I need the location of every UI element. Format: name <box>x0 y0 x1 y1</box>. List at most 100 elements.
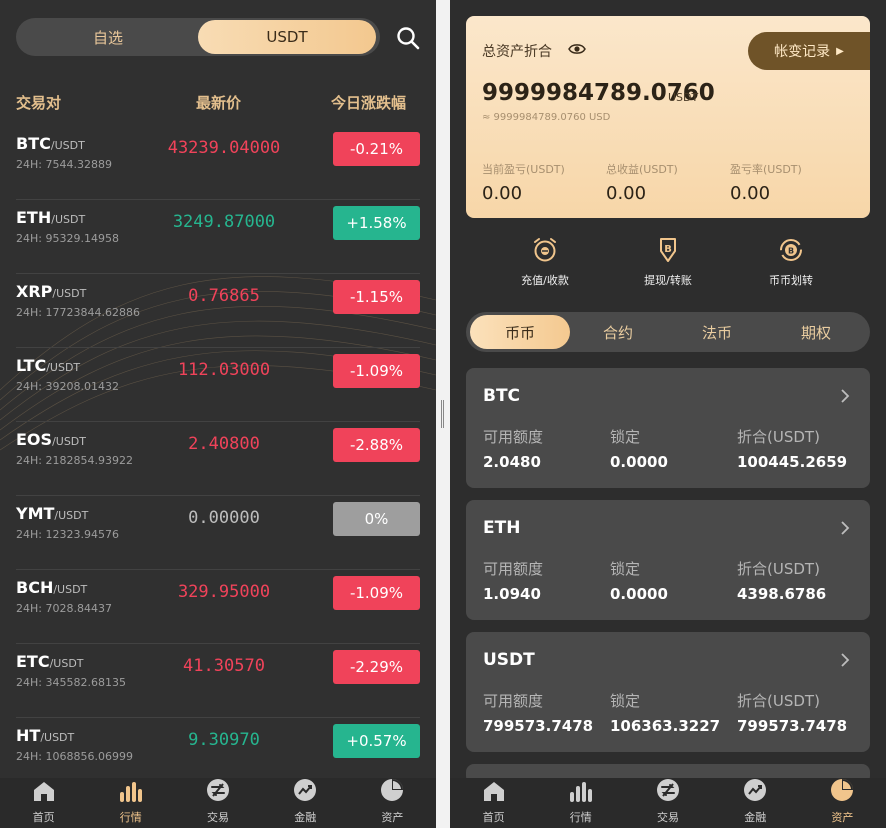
market-row[interactable]: BCH/USDT 24H: 7028.84437 329.95000 -1.09% <box>16 570 420 644</box>
locked-value: 106363.3227 <box>610 717 721 735</box>
deposit-action[interactable]: 充值/收款 <box>490 236 600 288</box>
account-type-segments: 币币 合约 法币 期权 <box>466 312 870 352</box>
chevron-right-icon[interactable] <box>840 520 850 536</box>
header-change: 今日涨跌幅 <box>331 94 407 112</box>
split-divider[interactable] <box>436 0 450 828</box>
change-badge[interactable]: -1.09% <box>333 576 420 610</box>
volume-24h: 24H: 12323.94576 <box>16 528 119 541</box>
change-badge[interactable]: -2.88% <box>333 428 420 462</box>
tab-contract[interactable]: 合约 <box>568 315 668 349</box>
pair-symbol: EOS/USDT <box>16 430 86 449</box>
change-badge[interactable]: -2.29% <box>333 650 420 684</box>
volume-24h: 24H: 39208.01432 <box>16 380 119 393</box>
base-symbol: HT <box>16 726 41 745</box>
deposit-label: 充值/收款 <box>521 274 569 287</box>
last-price: 9.30970 <box>188 730 260 750</box>
nav-tab-label: 资产 <box>831 811 854 824</box>
withdraw-action[interactable]: B 提现/转账 <box>613 236 723 288</box>
base-symbol: ETH <box>16 208 52 227</box>
market-row[interactable]: XRP/USDT 24H: 17723844.62886 0.76865 -1.15% <box>16 274 420 348</box>
nav-tab-2[interactable]: 交易 <box>624 778 711 828</box>
transfer-action[interactable]: B 币币划转 <box>736 236 846 288</box>
nav-tab-0[interactable]: 首页 <box>450 778 537 828</box>
market-row[interactable]: LTC/USDT 24H: 39208.01432 112.03000 -1.09% <box>16 348 420 422</box>
nav-tab-3[interactable]: 金融 <box>262 778 349 828</box>
nav-tab-4[interactable]: 资产 <box>349 778 436 828</box>
tab-fiat[interactable]: 法币 <box>667 315 767 349</box>
pair-symbol: YMT/USDT <box>16 504 88 523</box>
volume-24h: 24H: 7028.84437 <box>16 602 112 615</box>
eye-icon[interactable] <box>568 42 586 56</box>
pair-symbol: BCH/USDT <box>16 578 87 597</box>
chevron-right-icon[interactable] <box>840 652 850 668</box>
market-row[interactable]: EOS/USDT 24H: 2182854.93922 2.40800 -2.88% <box>16 422 420 496</box>
finance-icon <box>742 778 768 809</box>
last-price: 41.30570 <box>183 656 265 676</box>
stat-label: 当前盈亏(USDT) <box>482 163 565 176</box>
search-icon[interactable] <box>396 26 420 50</box>
market-segment-control: 自选 USDT <box>16 18 380 56</box>
locked-value: 0.0000 <box>610 585 668 603</box>
trade-icon <box>655 778 681 809</box>
change-badge[interactable]: +0.57% <box>333 724 420 758</box>
withdraw-icon: B <box>660 238 676 262</box>
last-price: 3249.87000 <box>172 212 276 232</box>
pair-symbol: HT/USDT <box>16 726 74 745</box>
account-card[interactable]: BTC 可用额度 锁定 折合(USDT) 2.0480 0.0000 100445.2659 <box>466 368 870 488</box>
tab-options[interactable]: 期权 <box>766 315 866 349</box>
quote-symbol: /USDT <box>54 509 89 522</box>
nav-tab-1[interactable]: 行情 <box>87 778 174 828</box>
coin-transfer-icon: B <box>780 239 802 261</box>
tab-usdt[interactable]: USDT <box>198 20 376 54</box>
market-panel: 自选 USDT 交易对 最新价 今日涨跌幅 BTC/USDT 24H: 7544.… <box>0 0 436 828</box>
worth-label: 折合(USDT) <box>737 428 820 446</box>
account-history-button[interactable]: 帐变记录 ▶ <box>748 32 870 70</box>
alarm-clock-icon <box>534 238 556 262</box>
tab-spot[interactable]: 币币 <box>470 315 570 349</box>
change-badge[interactable]: +1.58% <box>333 206 420 240</box>
base-symbol: YMT <box>16 504 55 523</box>
quote-symbol: /USDT <box>52 435 86 448</box>
quote-symbol: /USDT <box>53 583 88 596</box>
change-badge[interactable]: -1.09% <box>333 354 420 388</box>
tab-favorites[interactable]: 自选 <box>18 20 198 54</box>
account-coin-name: BTC <box>483 386 521 406</box>
account-card[interactable]: USDT 可用额度 锁定 折合(USDT) 799573.7478 106363.3227… <box>466 632 870 752</box>
account-card[interactable]: ETH 可用额度 锁定 折合(USDT) 1.0940 0.0000 4398.6786 <box>466 500 870 620</box>
market-row[interactable]: YMT/USDT 24H: 12323.94576 0.00000 0% <box>16 496 420 570</box>
base-symbol: BCH <box>16 578 54 597</box>
stat-value: 0.00 <box>482 183 523 204</box>
volume-24h: 24H: 345582.68135 <box>16 676 126 689</box>
trade-icon <box>205 778 231 809</box>
nav-tab-label: 首页 <box>482 811 505 824</box>
home-icon <box>31 780 57 809</box>
base-symbol: XRP <box>16 282 53 301</box>
change-badge[interactable]: -0.21% <box>333 132 420 166</box>
market-bars-icon <box>568 780 594 809</box>
nav-tab-0[interactable]: 首页 <box>0 778 87 828</box>
nav-tab-2[interactable]: 交易 <box>174 778 261 828</box>
quote-symbol: /USDT <box>40 731 75 744</box>
worth-value: 100445.2659 <box>737 453 848 471</box>
caret-right-icon: ▶ <box>836 45 844 57</box>
change-badge[interactable]: -1.15% <box>333 280 420 314</box>
total-assets-approx: ≈ 9999984789.0760 USD <box>482 112 611 123</box>
locked-label: 锁定 <box>610 560 641 578</box>
nav-tab-3[interactable]: 金融 <box>712 778 799 828</box>
market-row[interactable]: ETC/USDT 24H: 345582.68135 41.30570 -2.29% <box>16 644 420 718</box>
chevron-right-icon[interactable] <box>840 388 850 404</box>
nav-tab-4[interactable]: 资产 <box>799 778 886 828</box>
divider-grip-icon[interactable] <box>441 400 444 428</box>
total-assets-card: 总资产折合 帐变记录 ▶ 9999984789.0760 USDT ≈ 9999… <box>466 16 870 218</box>
change-badge[interactable]: 0% <box>333 502 420 536</box>
locked-label: 锁定 <box>610 428 641 446</box>
nav-tab-1[interactable]: 行情 <box>537 778 624 828</box>
last-price: 0.00000 <box>188 508 260 528</box>
nav-tab-label: 行情 <box>119 811 142 824</box>
market-row[interactable]: BTC/USDT 24H: 7544.32889 43239.04000 -0.21% <box>16 126 420 200</box>
market-row[interactable]: ETH/USDT 24H: 95329.14958 3249.87000 +1.58% <box>16 200 420 274</box>
available-value: 1.0940 <box>483 585 541 603</box>
nav-tab-label: 资产 <box>381 811 404 824</box>
worth-label: 折合(USDT) <box>737 560 820 578</box>
locked-value: 0.0000 <box>610 453 668 471</box>
